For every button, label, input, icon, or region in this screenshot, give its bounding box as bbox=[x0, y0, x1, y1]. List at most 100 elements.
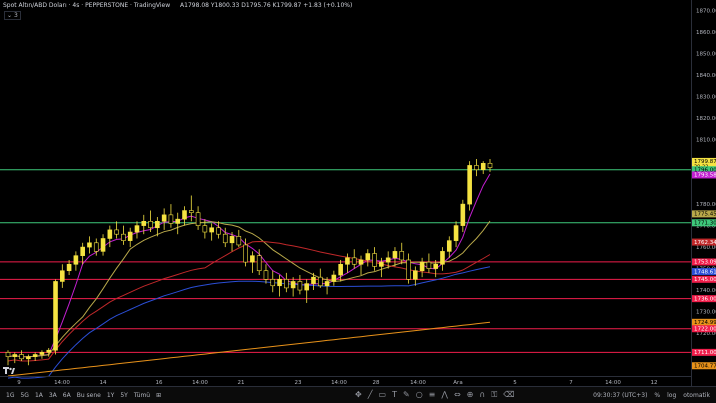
trend-line-icon[interactable]: ╱ bbox=[368, 390, 373, 400]
price-tick: 1850.00 bbox=[696, 52, 716, 58]
price-tick: 1820.00 bbox=[696, 116, 716, 122]
zoom-icon[interactable]: ⊕ bbox=[467, 390, 474, 400]
price-tick: 1740.00 bbox=[696, 288, 716, 294]
candle-body bbox=[365, 253, 371, 261]
candle-body bbox=[141, 221, 147, 226]
candle-body bbox=[317, 276, 323, 287]
price-badge-label: 1722.00 bbox=[694, 327, 716, 333]
price-tick: 1870.00 bbox=[696, 9, 716, 15]
range-button[interactable]: Bu sene bbox=[77, 392, 101, 399]
price-tick: 1760.00 bbox=[696, 245, 716, 251]
clock[interactable]: 09:30:37 (UTC+3) bbox=[593, 392, 647, 399]
candle-body bbox=[392, 251, 398, 259]
range-button[interactable]: Tümü bbox=[134, 392, 150, 399]
candle-body bbox=[372, 253, 377, 267]
log-toggle[interactable]: log bbox=[667, 392, 676, 399]
candle-body bbox=[311, 276, 316, 284]
range-button[interactable]: 5G bbox=[20, 392, 28, 399]
candle-body bbox=[19, 354, 24, 360]
price-chart[interactable]: 1870.00 1860.00 1850.00 1840.00 1830.00 1820.… bbox=[0, 0, 716, 387]
candle-body bbox=[487, 162, 493, 168]
candle-body bbox=[419, 261, 425, 272]
candle-body bbox=[148, 221, 153, 229]
ma-purple-line bbox=[7, 173, 491, 358]
price-tick: 1840.00 bbox=[696, 73, 716, 79]
candle-body bbox=[290, 281, 296, 289]
candle-body bbox=[399, 251, 405, 261]
candle-body bbox=[195, 212, 201, 226]
price-badge-label: 1748.61 bbox=[694, 269, 716, 275]
candle-body bbox=[331, 274, 337, 282]
candle-body bbox=[270, 279, 276, 287]
candle-body bbox=[121, 233, 126, 241]
range-button[interactable]: 1G bbox=[6, 392, 14, 399]
drawing-tools: ✥ ╱ ▭ T ✎ ○ ≡ ⋀ ⇔ ⊕ ∩ ⚿ ⌫ bbox=[355, 390, 515, 400]
price-tick: 1780.00 bbox=[696, 202, 716, 208]
candle-body bbox=[127, 231, 133, 241]
range-button[interactable]: 1A bbox=[35, 392, 43, 399]
candle-body bbox=[426, 261, 432, 269]
range-button[interactable]: 1Y bbox=[107, 392, 114, 399]
candle-body bbox=[284, 279, 289, 289]
fib-icon[interactable]: ≡ bbox=[429, 390, 436, 400]
rectangle-icon[interactable]: ▭ bbox=[379, 390, 387, 400]
price-tick: 1810.00 bbox=[696, 138, 716, 144]
measure-icon[interactable]: ⇔ bbox=[454, 390, 461, 400]
ma-blue-line bbox=[7, 266, 491, 379]
text-icon[interactable]: T bbox=[392, 390, 397, 400]
price-tick: 1730.00 bbox=[696, 310, 716, 316]
pattern-icon[interactable]: ⋀ bbox=[441, 390, 448, 400]
candle-body bbox=[216, 227, 221, 235]
candle-body bbox=[73, 255, 79, 265]
price-badge-label: 1762.34 bbox=[694, 240, 716, 246]
price-badge-label: 1745.00 bbox=[694, 277, 716, 283]
candle-body bbox=[182, 210, 187, 220]
candle-body bbox=[263, 270, 269, 280]
chevron-down-icon: ⌄ bbox=[7, 12, 13, 19]
candle-body bbox=[338, 263, 343, 276]
chart-legend: Spot Altın/ABD Doları · 4s · PEPPERSTONE… bbox=[3, 2, 352, 10]
candle-body bbox=[297, 281, 303, 291]
auto-scale-toggle[interactable]: otomatik bbox=[683, 392, 710, 399]
candle-body bbox=[243, 244, 248, 263]
price-tick: 1860.00 bbox=[696, 30, 716, 36]
range-button[interactable]: 6A bbox=[63, 392, 71, 399]
candle-body bbox=[66, 263, 72, 272]
candle-body bbox=[134, 225, 140, 233]
price-badge-label: 1704.77 bbox=[694, 364, 716, 370]
circle-icon[interactable]: ○ bbox=[416, 390, 423, 400]
ma-khaki-line bbox=[7, 220, 491, 358]
trash-icon[interactable]: ⌫ bbox=[503, 390, 514, 400]
candle-body bbox=[385, 257, 391, 263]
candle-body bbox=[60, 270, 65, 282]
candle-body bbox=[168, 214, 174, 224]
candle-body bbox=[46, 349, 52, 353]
price-axis: 1870.00 1860.00 1850.00 1840.00 1830.00 1820.… bbox=[691, 0, 716, 387]
moving-averages bbox=[7, 173, 491, 379]
candle-body bbox=[100, 238, 106, 252]
range-button[interactable]: 3A bbox=[49, 392, 57, 399]
candle-body bbox=[114, 229, 119, 235]
magnet-icon[interactable]: ∩ bbox=[479, 390, 485, 400]
percent-toggle[interactable]: % bbox=[654, 392, 660, 399]
candle-body bbox=[155, 221, 160, 229]
candle-body bbox=[250, 255, 255, 263]
candle-body bbox=[53, 281, 58, 351]
brush-icon[interactable]: ✎ bbox=[403, 390, 410, 400]
symbol-title[interactable]: Spot Altın/ABD Doları · 4s · PEPPERSTONE… bbox=[3, 2, 170, 9]
range-button[interactable]: 5Y bbox=[120, 392, 127, 399]
candle-body bbox=[433, 263, 438, 269]
calendar-icon[interactable]: ⊞ bbox=[156, 392, 161, 399]
candle-body bbox=[87, 242, 92, 248]
indicators-collapse-button[interactable]: ⌄ 3 bbox=[4, 11, 21, 20]
candle-body bbox=[5, 352, 11, 357]
price-badge-label: 1736.00 bbox=[694, 296, 716, 302]
candle-body bbox=[209, 227, 214, 233]
candle-body bbox=[12, 354, 18, 357]
lock-icon[interactable]: ⚿ bbox=[491, 390, 497, 400]
price-badge-label: 1775.45 bbox=[694, 212, 716, 218]
candle-body bbox=[32, 354, 38, 357]
cursor-icon[interactable]: ✥ bbox=[355, 390, 362, 400]
price-tick: 1830.00 bbox=[696, 95, 716, 101]
candle-body bbox=[107, 229, 113, 239]
